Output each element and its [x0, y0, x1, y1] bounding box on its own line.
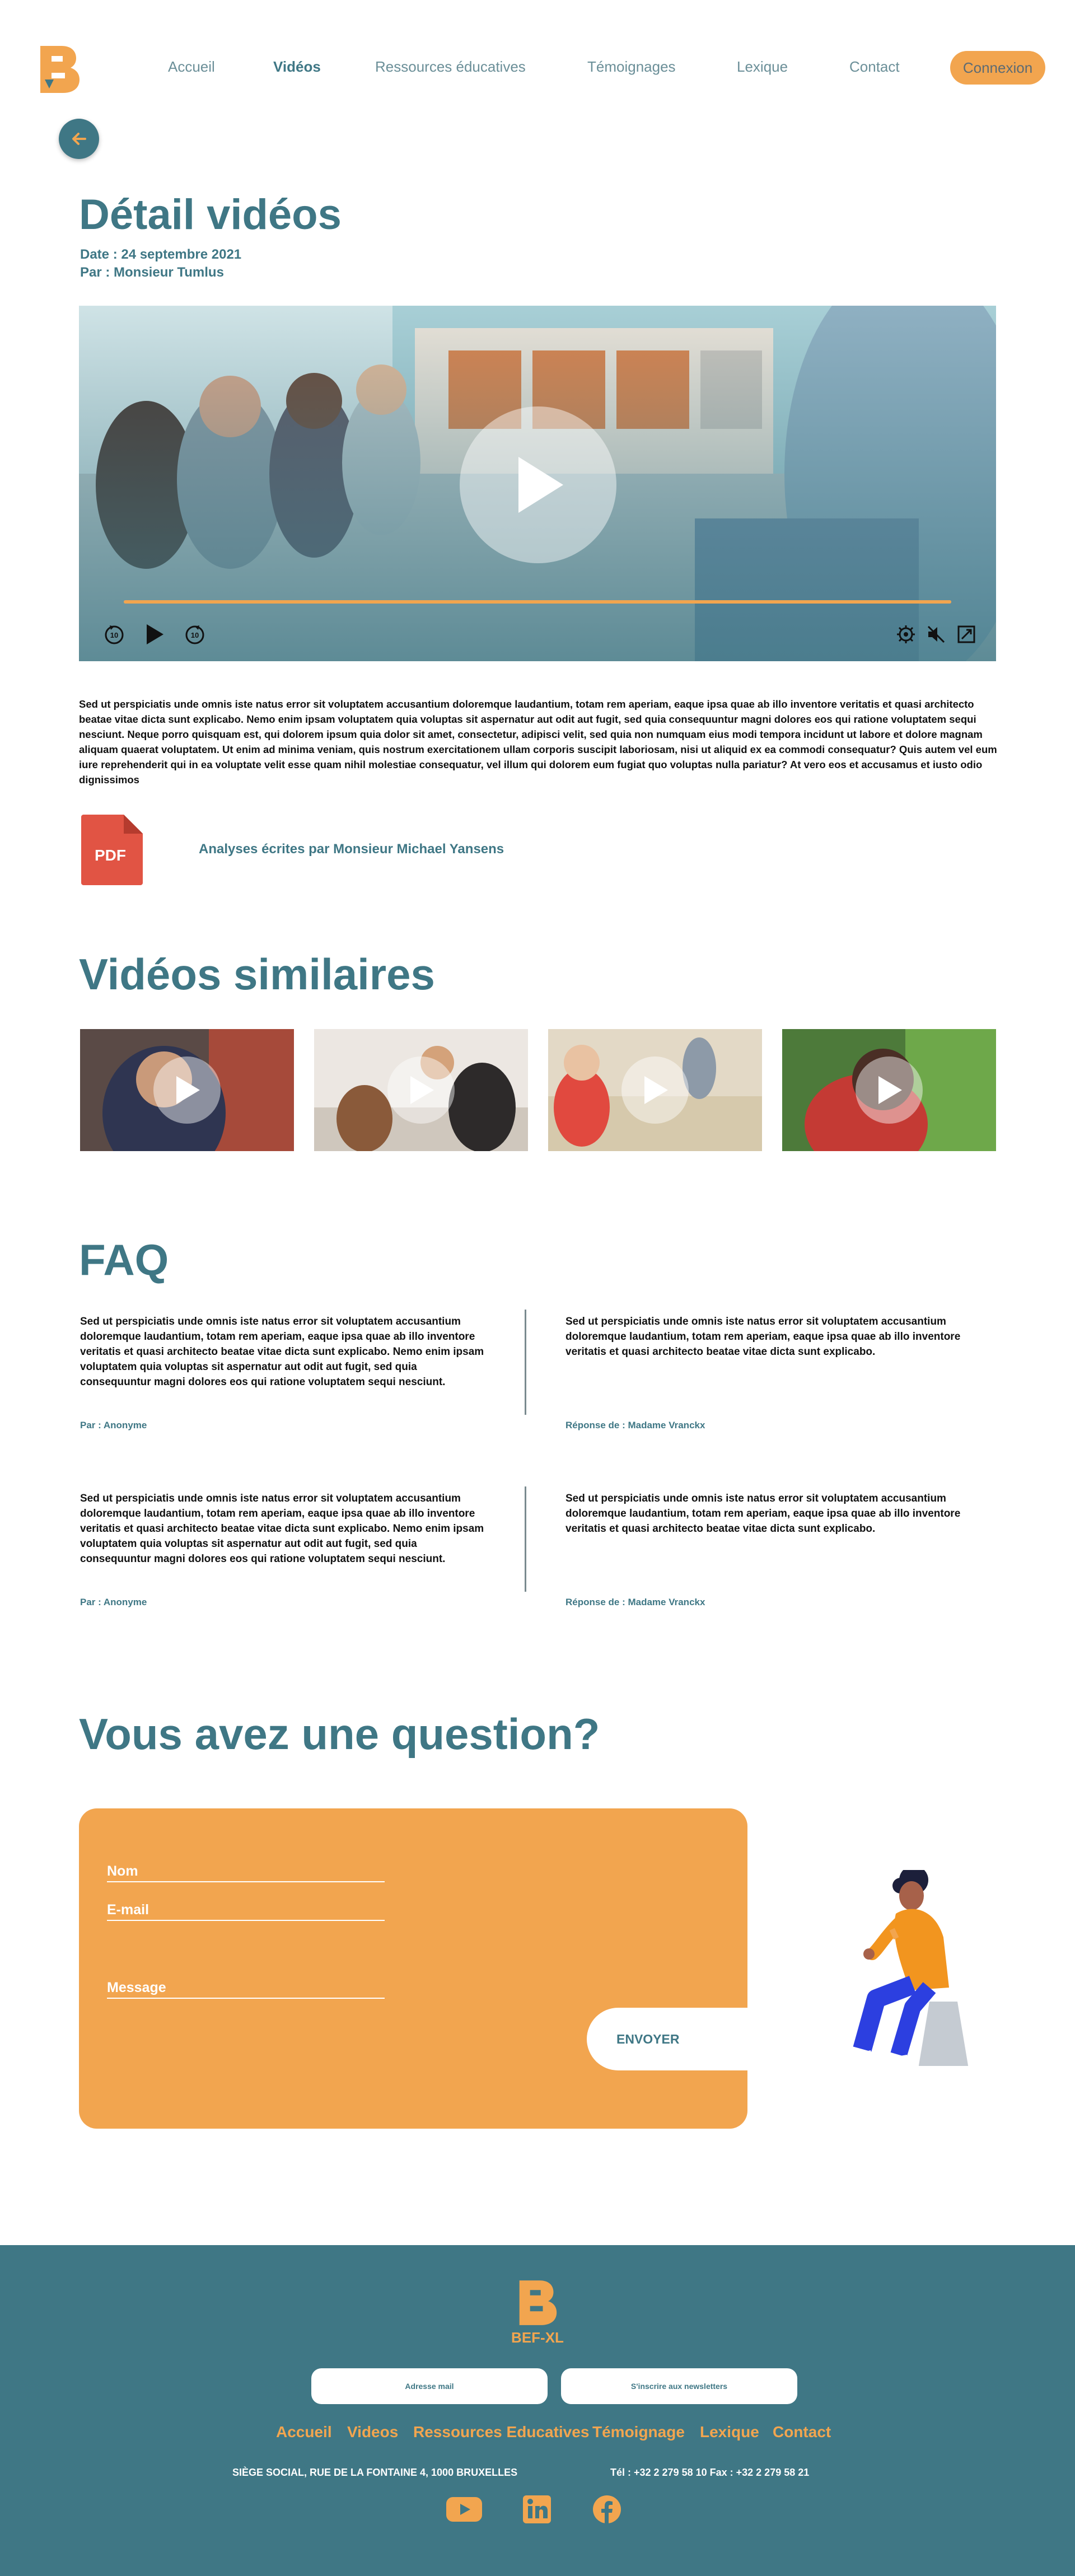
pdf-link[interactable]: Analyses écrites par Monsieur Michael Ya… — [199, 841, 504, 857]
video-description: Sed ut perspiciatis unde omnis iste natu… — [79, 698, 997, 786]
pdf-download[interactable]: PDF Analyses écrites par Monsieur Michae… — [79, 814, 639, 886]
footer-nav-contact[interactable]: Contact — [773, 2423, 831, 2441]
message-field[interactable] — [107, 1998, 385, 1999]
nav-videos[interactable]: Vidéos — [273, 58, 321, 76]
pdf-icon: PDF — [81, 815, 143, 885]
similar-video-card[interactable] — [782, 1029, 996, 1151]
faq-answered-by: Réponse de : Madame Vranckx — [565, 1420, 705, 1430]
play-button[interactable] — [142, 621, 167, 647]
contact-title: Vous avez une question? — [79, 1709, 600, 1759]
similar-video-card[interactable] — [548, 1029, 762, 1151]
forward-10-button[interactable]: 10 — [182, 621, 208, 647]
progress-bar[interactable] — [124, 600, 951, 604]
newsletter-email-input[interactable]: Adresse mail — [311, 2368, 548, 2404]
play-button[interactable] — [153, 1056, 221, 1124]
faq-divider — [525, 1486, 526, 1592]
nav-accueil[interactable]: Accueil — [168, 58, 215, 76]
video-date: Date : 24 septembre 2021 — [80, 247, 242, 262]
play-overlay-button[interactable] — [460, 406, 616, 563]
svg-text:10: 10 — [110, 631, 118, 639]
facebook-link[interactable] — [592, 2495, 621, 2524]
youtube-link[interactable] — [446, 2495, 482, 2524]
faq-divider — [525, 1310, 526, 1415]
page-title: Détail vidéos — [79, 191, 342, 239]
rewind-10-icon: 10 — [105, 625, 124, 644]
footer-nav-accueil[interactable]: Accueil — [276, 2423, 332, 2441]
footer-brand-name: BEF-XL — [511, 2329, 564, 2346]
video-author: Par : Monsieur Tumlus — [80, 265, 224, 280]
nav-temoignages[interactable]: Témoignages — [587, 58, 676, 76]
footer-nav-lexique[interactable]: Lexique — [700, 2423, 759, 2441]
faq-answer: Sed ut perspiciatis unde omnis iste natu… — [565, 1493, 961, 1535]
person-thinking-illustration — [848, 1870, 969, 2066]
name-field[interactable] — [107, 1881, 385, 1882]
play-icon — [176, 1076, 200, 1104]
faq-title: FAQ — [79, 1235, 169, 1284]
svg-text:10: 10 — [191, 631, 199, 639]
email-field[interactable] — [107, 1920, 385, 1921]
similar-videos-title: Vidéos similaires — [79, 950, 435, 999]
fullscreen-button[interactable] — [954, 621, 979, 647]
name-field-label: Nom — [107, 1863, 138, 1879]
video-player[interactable]: 10 10 — [79, 306, 996, 661]
nav-contact[interactable]: Contact — [849, 58, 900, 76]
settings-icon — [897, 625, 915, 643]
faq-answered-by: Réponse de : Madame Vranckx — [565, 1597, 705, 1607]
footer-nav-temoignage[interactable]: Témoignage — [592, 2423, 685, 2441]
similar-videos-list — [80, 1029, 996, 1151]
play-button[interactable] — [621, 1056, 689, 1124]
nav-ressources[interactable]: Ressources éducatives — [375, 58, 526, 76]
faq-question: Sed ut perspiciatis unde omnis iste natu… — [80, 1493, 484, 1565]
play-icon — [644, 1076, 668, 1104]
linkedin-link[interactable] — [522, 2495, 551, 2524]
footer-phone: Tél : +32 2 279 58 10 Fax : +32 2 279 58… — [610, 2467, 810, 2478]
newsletter-subscribe-button[interactable]: S'inscrire aux newsletters — [561, 2368, 797, 2404]
main-nav: Accueil Vidéos Ressources éducatives Tém… — [0, 58, 1075, 81]
login-button[interactable]: Connexion — [950, 51, 1045, 85]
similar-video-card[interactable] — [80, 1029, 294, 1151]
mute-button[interactable] — [923, 621, 949, 647]
email-field-label: E-mail — [107, 1902, 149, 1918]
linkedin-icon — [523, 2495, 551, 2523]
faq-asked-by: Par : Anonyme — [80, 1420, 147, 1430]
play-button[interactable] — [856, 1056, 923, 1124]
bef-logo[interactable] — [516, 2278, 559, 2328]
footer-nav-videos[interactable]: Videos — [347, 2423, 398, 2441]
similar-video-card[interactable] — [314, 1029, 528, 1151]
play-icon — [147, 624, 163, 644]
fullscreen-icon — [957, 625, 975, 643]
footer-address: SIÈGE SOCIAL, RUE DE LA FONTAINE 4, 1000… — [232, 2467, 518, 2478]
forward-10-icon: 10 — [185, 625, 204, 644]
settings-button[interactable] — [893, 621, 919, 647]
send-button[interactable]: ENVOYER — [587, 2008, 755, 2070]
play-icon — [410, 1076, 434, 1104]
mute-icon — [927, 625, 945, 643]
back-button[interactable] — [59, 119, 99, 159]
facebook-icon — [593, 2495, 621, 2523]
contact-form: Nom E-mail Message ENVOYER — [79, 1808, 755, 2129]
rewind-10-button[interactable]: 10 — [101, 621, 127, 647]
message-field-label: Message — [107, 1980, 166, 1995]
footer-nav-ressources[interactable]: Ressources Educatives — [413, 2423, 589, 2441]
play-icon — [878, 1076, 902, 1104]
site-header: Accueil Vidéos Ressources éducatives Tém… — [0, 0, 1075, 134]
youtube-icon — [446, 2497, 482, 2522]
play-icon — [518, 457, 563, 513]
play-button[interactable] — [387, 1056, 455, 1124]
faq-asked-by: Par : Anonyme — [80, 1597, 147, 1607]
pdf-badge: PDF — [95, 847, 126, 864]
faq-question: Sed ut perspiciatis unde omnis iste natu… — [80, 1316, 484, 1388]
site-footer: BEF-XL Adresse mail S'inscrire aux newsl… — [0, 2245, 1075, 2576]
faq-answer: Sed ut perspiciatis unde omnis iste natu… — [565, 1316, 961, 1358]
arrow-left-icon — [72, 133, 86, 145]
nav-lexique[interactable]: Lexique — [737, 58, 788, 76]
